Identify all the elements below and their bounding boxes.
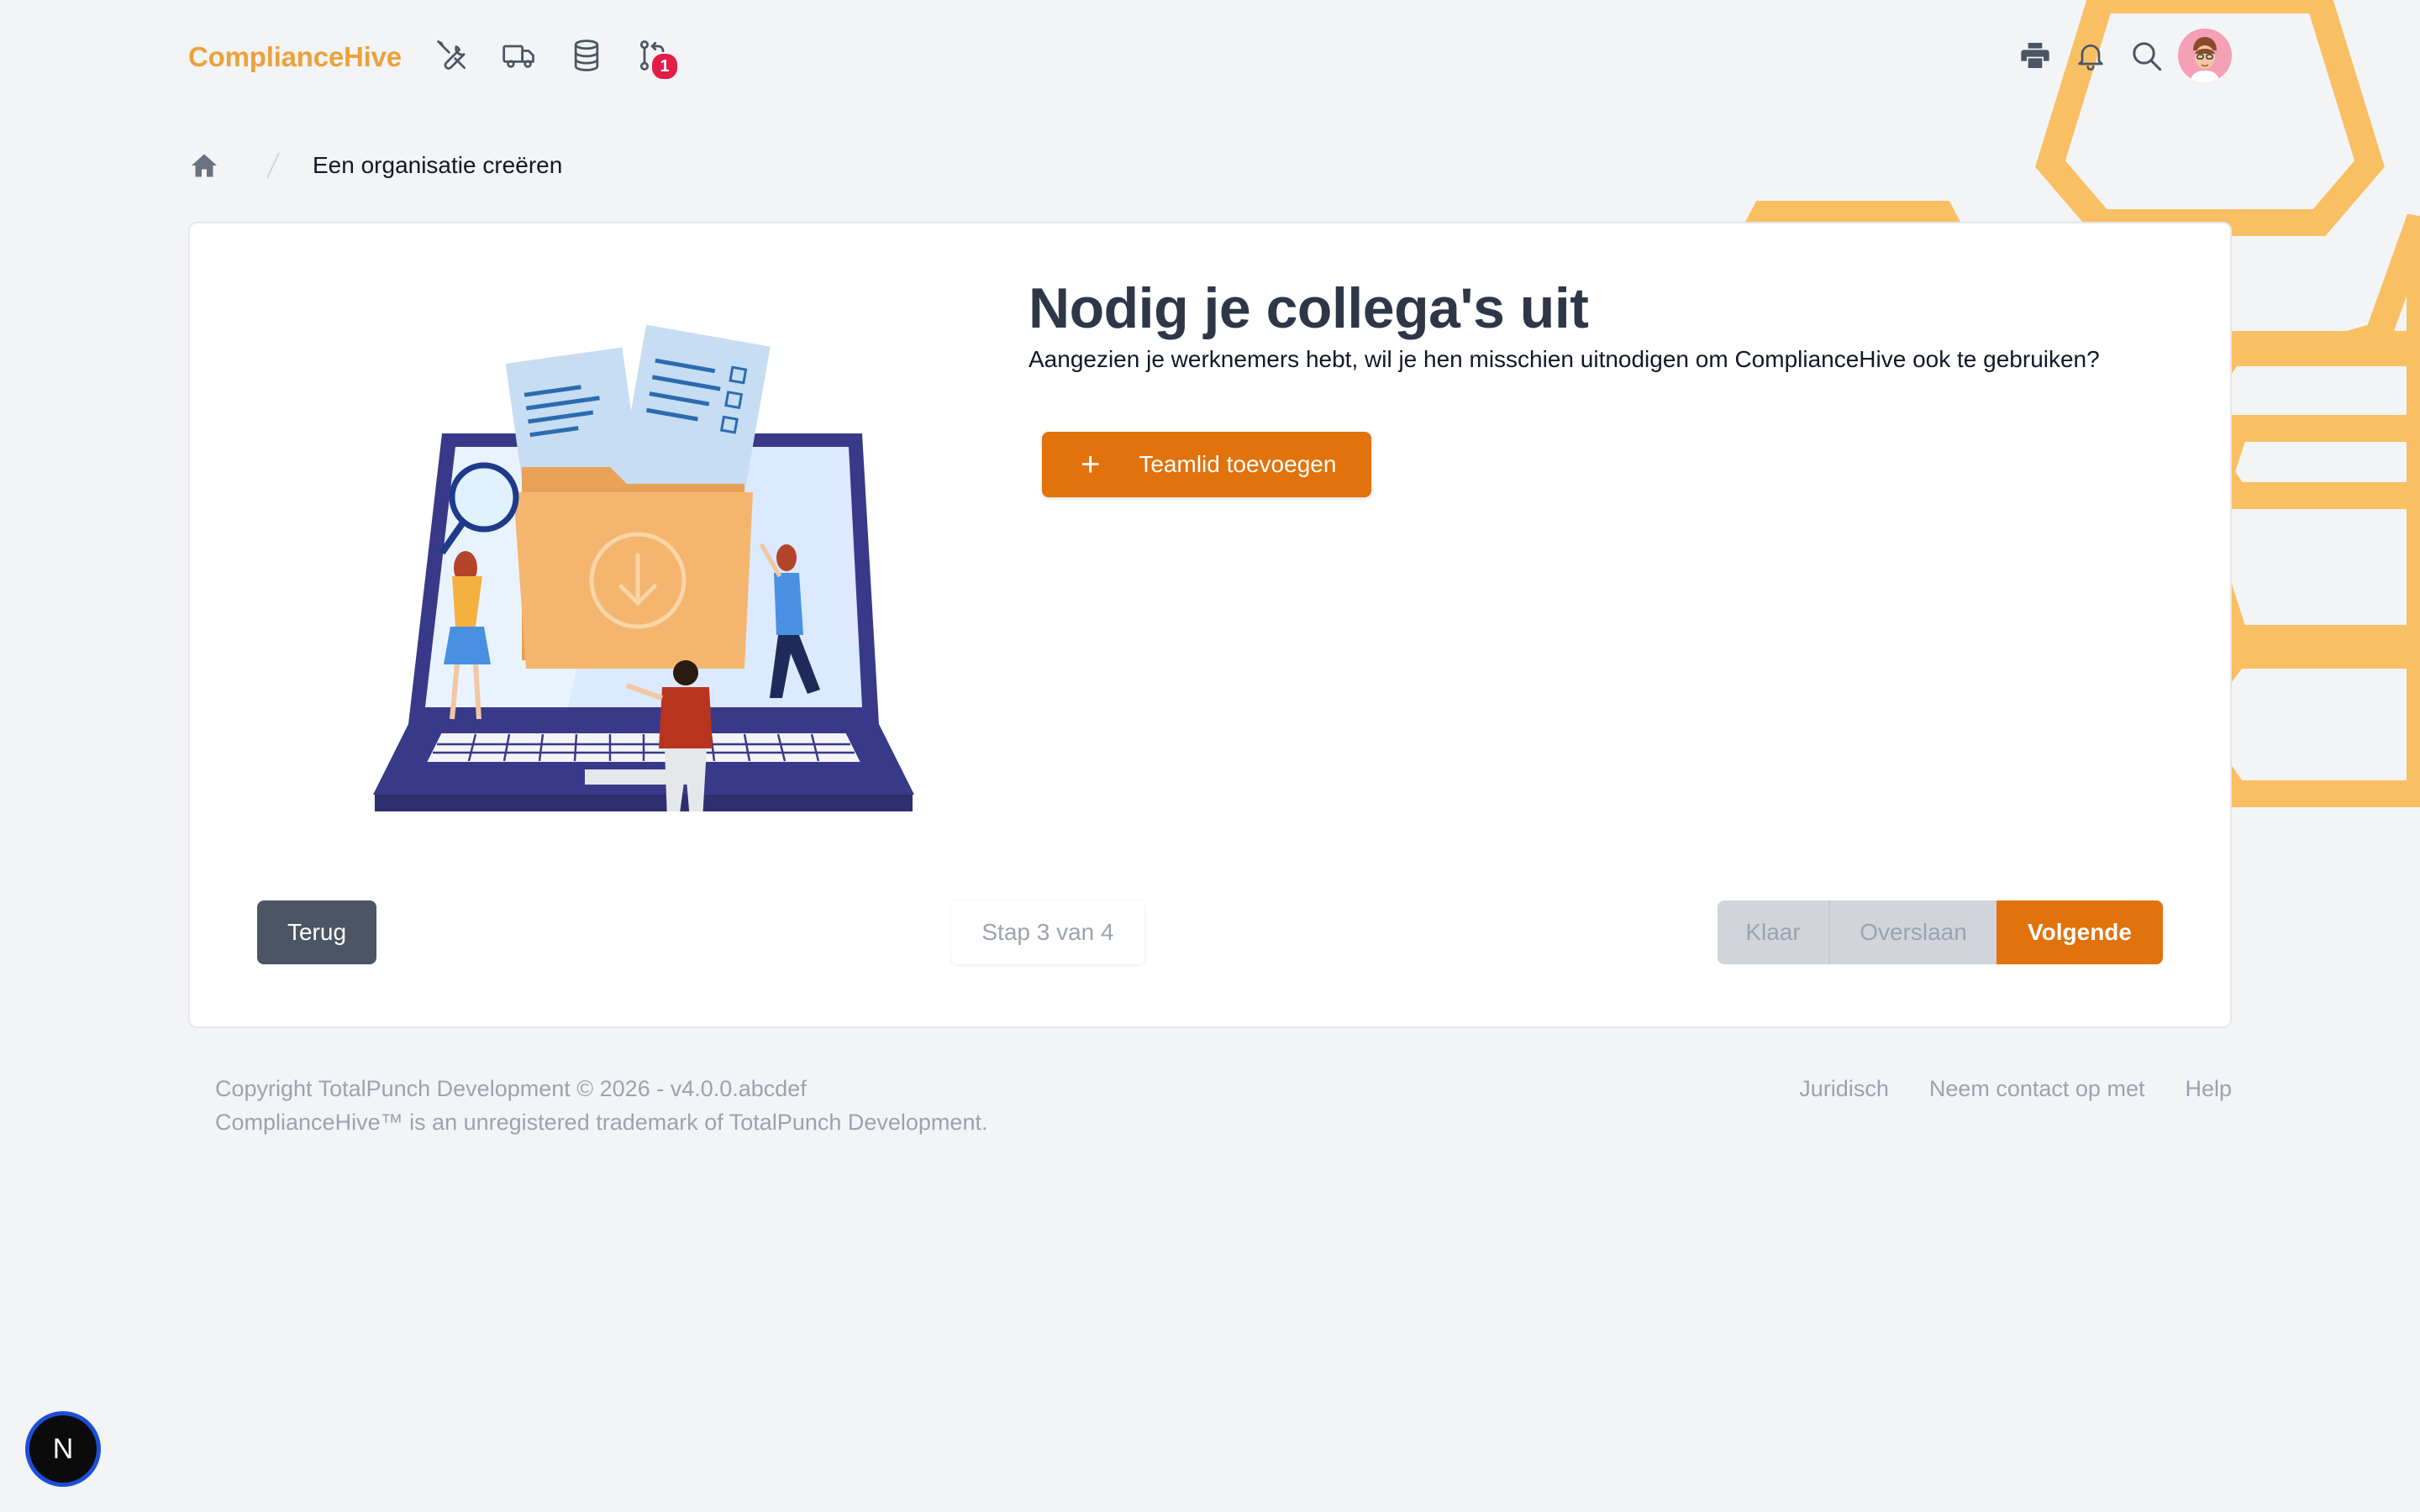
step-indicator: Stap 3 van 4	[951, 900, 1144, 964]
page-title: Nodig je collega's uit	[1028, 276, 1589, 340]
top-bar: ComplianceHive 1	[188, 29, 2232, 84]
main-nav: 1	[429, 32, 679, 81]
breadcrumb: Een organisatie creëren	[188, 144, 562, 186]
footer-copyright: Copyright TotalPunch Development © 2026 …	[215, 1072, 987, 1139]
onboarding-card: Nodig je collega's uit Aangezien je werk…	[188, 222, 2232, 1028]
footer-link-legal[interactable]: Juridisch	[1799, 1072, 1889, 1105]
notification-badge: 1	[650, 52, 679, 81]
tools-icon[interactable]	[429, 32, 476, 79]
truck-icon[interactable]	[496, 32, 543, 79]
git-pull-request-icon[interactable]: 1	[630, 32, 679, 81]
footer-link-help[interactable]: Help	[2185, 1072, 2232, 1105]
bell-icon[interactable]	[2067, 32, 2114, 79]
breadcrumb-current[interactable]: Een organisatie creëren	[313, 152, 562, 179]
copyright-text: Copyright TotalPunch Development © 2026 …	[215, 1076, 807, 1101]
footer-link-contact[interactable]: Neem contact op met	[1929, 1072, 2145, 1105]
done-button[interactable]: Klaar	[1718, 900, 1830, 964]
add-team-member-label: Teamlid toevoegen	[1139, 451, 1337, 477]
wizard-actions: Klaar Overslaan Volgende	[1718, 900, 2163, 964]
next-button[interactable]: Volgende	[1996, 900, 2163, 964]
skip-button[interactable]: Overslaan	[1830, 900, 1996, 964]
breadcrumb-separator	[266, 152, 280, 179]
user-avatar[interactable]	[2178, 29, 2232, 82]
header-actions	[2012, 29, 2232, 82]
app-logo[interactable]: ComplianceHive	[188, 34, 402, 81]
page-subtitle: Aangezien je werknemers hebt, wil je hen…	[1028, 346, 2100, 372]
nextjs-dev-badge[interactable]: N	[25, 1411, 101, 1487]
add-team-member-button[interactable]: + Teamlid toevoegen	[1042, 432, 1371, 497]
search-icon[interactable]	[2123, 32, 2170, 79]
plus-icon: +	[1081, 446, 1101, 483]
footer-links: Juridisch Neem contact op met Help	[1799, 1072, 2232, 1105]
laptop-folder-illustration	[373, 324, 914, 811]
logo-text: ComplianceHive	[188, 41, 402, 72]
printer-icon[interactable]	[2012, 32, 2059, 79]
home-icon[interactable]	[188, 150, 220, 181]
back-button[interactable]: Terug	[257, 900, 376, 964]
trademark-text: ComplianceHive™ is an unregistered trade…	[215, 1110, 988, 1135]
database-icon[interactable]	[563, 32, 610, 79]
